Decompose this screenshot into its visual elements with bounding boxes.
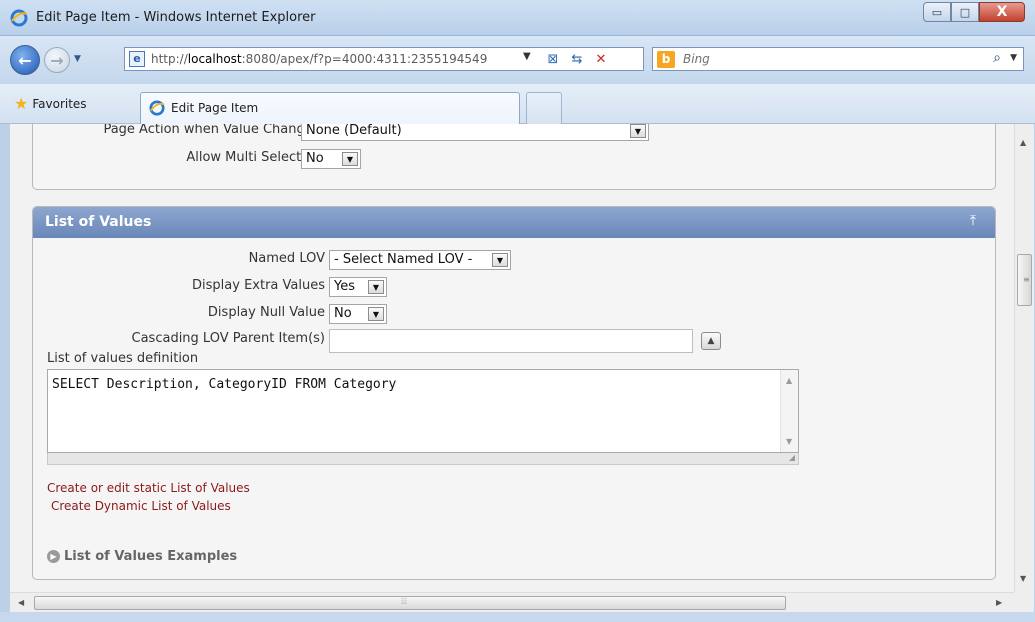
vertical-scrollbar[interactable]: ▲ ≡ ▼ xyxy=(1014,124,1034,592)
star-icon: ★ xyxy=(14,94,29,113)
scrollbar-corner xyxy=(1014,592,1034,612)
cascading-lov-parent-input[interactable] xyxy=(329,329,693,353)
search-icon[interactable]: ⌕ xyxy=(993,50,1001,66)
address-toolbar: ← → ▼ e http://localhost:8080/apex/f?p=4… xyxy=(0,36,1035,84)
named-lov-label: Named LOV xyxy=(248,251,325,266)
scroll-down-icon[interactable]: ▼ xyxy=(1020,574,1026,583)
grip-icon: ⦙⦙⦙ xyxy=(401,597,408,607)
create-dynamic-lov-link[interactable]: Create Dynamic List of Values xyxy=(51,499,231,513)
horizontal-scrollbar[interactable]: ◀ ⦙⦙⦙ ▶ xyxy=(10,592,1014,612)
textarea-resize-bar[interactable]: ◢ xyxy=(47,453,799,465)
horizontal-scroll-thumb[interactable]: ⦙⦙⦙ xyxy=(34,596,786,610)
new-tab-button[interactable] xyxy=(526,92,562,124)
chevron-down-icon: ▼ xyxy=(342,152,358,166)
window-title: Edit Page Item - Windows Internet Explor… xyxy=(36,10,316,25)
window-controls: ▭ □ X xyxy=(923,2,1025,22)
window-titlebar: Edit Page Item - Windows Internet Explor… xyxy=(0,0,1035,36)
address-field[interactable]: e http://localhost:8080/apex/f?p=4000:43… xyxy=(124,47,644,71)
list-of-values-panel: List of Values ⤒ Named LOV - Select Name… xyxy=(32,206,996,580)
bing-logo-icon: b xyxy=(657,51,675,68)
scroll-up-icon[interactable]: ▲ xyxy=(1020,138,1026,147)
resize-grip-icon[interactable]: ◢ xyxy=(789,453,795,462)
maximize-icon: □ xyxy=(959,5,971,19)
window-bottom-frame xyxy=(0,612,1035,622)
maximize-button[interactable]: □ xyxy=(951,2,979,22)
collapse-up-icon[interactable]: ⤒ xyxy=(961,212,985,232)
display-extra-values-select[interactable]: Yes ▼ xyxy=(329,277,387,297)
page-viewport: Page Action when Value Changed None (Def… xyxy=(10,124,1014,592)
display-null-value-label: Display Null Value xyxy=(207,305,325,320)
page-action-select[interactable]: None (Default) ▼ xyxy=(301,124,649,141)
scroll-up-icon[interactable]: ▲ xyxy=(786,376,792,385)
list-of-values-header: List of Values ⤒ xyxy=(33,207,995,238)
search-placeholder: Bing xyxy=(683,52,710,66)
page-icon: e xyxy=(129,51,145,67)
lov-definition-textarea[interactable]: SELECT Description, CategoryID FROM Cate… xyxy=(47,369,799,453)
popup-list-button[interactable]: ▲ xyxy=(701,332,721,350)
section-title: List of Values xyxy=(45,214,152,230)
refresh-icon[interactable]: ⇆ xyxy=(567,50,587,68)
minimize-icon: ▭ xyxy=(931,5,943,19)
display-null-value-select[interactable]: No ▼ xyxy=(329,304,387,324)
forward-button[interactable]: → xyxy=(44,47,70,73)
back-button[interactable]: ← xyxy=(10,45,40,75)
triangle-up-icon: ▲ xyxy=(707,336,715,346)
close-icon: X xyxy=(996,4,1008,20)
favorites-bar: ★ Favorites Edit Page Item xyxy=(0,84,1035,124)
lov-definition-text: SELECT Description, CategoryID FROM Cate… xyxy=(52,377,397,392)
scroll-down-icon[interactable]: ▼ xyxy=(786,437,792,446)
tab-edit-page-item[interactable]: Edit Page Item xyxy=(140,92,520,124)
expand-circle-icon: ▶ xyxy=(47,550,60,563)
chevron-down-icon: ▼ xyxy=(368,280,384,294)
ie-icon xyxy=(149,100,165,116)
tab-label: Edit Page Item xyxy=(171,101,259,115)
address-dropdown-icon[interactable]: ▼ xyxy=(523,51,531,62)
ie-icon xyxy=(10,9,28,27)
close-button[interactable]: X xyxy=(979,2,1025,22)
search-dropdown-icon[interactable]: ▼ xyxy=(1010,53,1017,63)
vertical-scroll-thumb[interactable]: ≡ xyxy=(1017,254,1032,306)
favorites-button[interactable]: ★ Favorites xyxy=(14,94,87,113)
lov-examples-toggle[interactable]: ▶ List of Values Examples xyxy=(47,549,237,564)
back-arrow-icon: ← xyxy=(18,50,32,70)
stop-icon[interactable]: ✕ xyxy=(591,50,611,68)
chevron-down-icon: ▼ xyxy=(368,307,384,321)
favorites-label: Favorites xyxy=(32,96,87,111)
scroll-left-icon[interactable]: ◀ xyxy=(18,598,24,607)
lov-definition-label: List of values definition xyxy=(47,351,199,366)
create-static-lov-link[interactable]: Create or edit static List of Values xyxy=(47,481,250,495)
search-field[interactable]: b Bing ⌕ ▼ xyxy=(652,47,1024,71)
forward-arrow-icon: → xyxy=(50,50,64,70)
cascading-lov-parent-label: Cascading LOV Parent Item(s) xyxy=(131,331,325,346)
grip-icon: ≡ xyxy=(1023,275,1030,284)
recent-pages-dropdown[interactable]: ▼ xyxy=(74,54,81,64)
page-action-label: Page Action when Value Changed xyxy=(103,124,321,137)
lov-examples-label: List of Values Examples xyxy=(64,549,238,564)
compatibility-view-icon[interactable]: ⊠ xyxy=(543,50,563,68)
allow-multi-selection-select[interactable]: No ▼ xyxy=(301,149,361,169)
chevron-down-icon: ▼ xyxy=(630,124,646,138)
named-lov-select[interactable]: - Select Named LOV - ▼ xyxy=(329,250,511,270)
scroll-right-icon[interactable]: ▶ xyxy=(996,598,1002,607)
display-extra-values-label: Display Extra Values xyxy=(192,278,325,293)
item-settings-panel: Page Action when Value Changed None (Def… xyxy=(32,124,996,190)
address-url[interactable]: http://localhost:8080/apex/f?p=4000:4311… xyxy=(151,52,531,66)
textarea-scrollbar[interactable]: ▲ ▼ xyxy=(780,370,798,452)
minimize-button[interactable]: ▭ xyxy=(923,2,951,22)
chevron-down-icon: ▼ xyxy=(492,253,508,267)
